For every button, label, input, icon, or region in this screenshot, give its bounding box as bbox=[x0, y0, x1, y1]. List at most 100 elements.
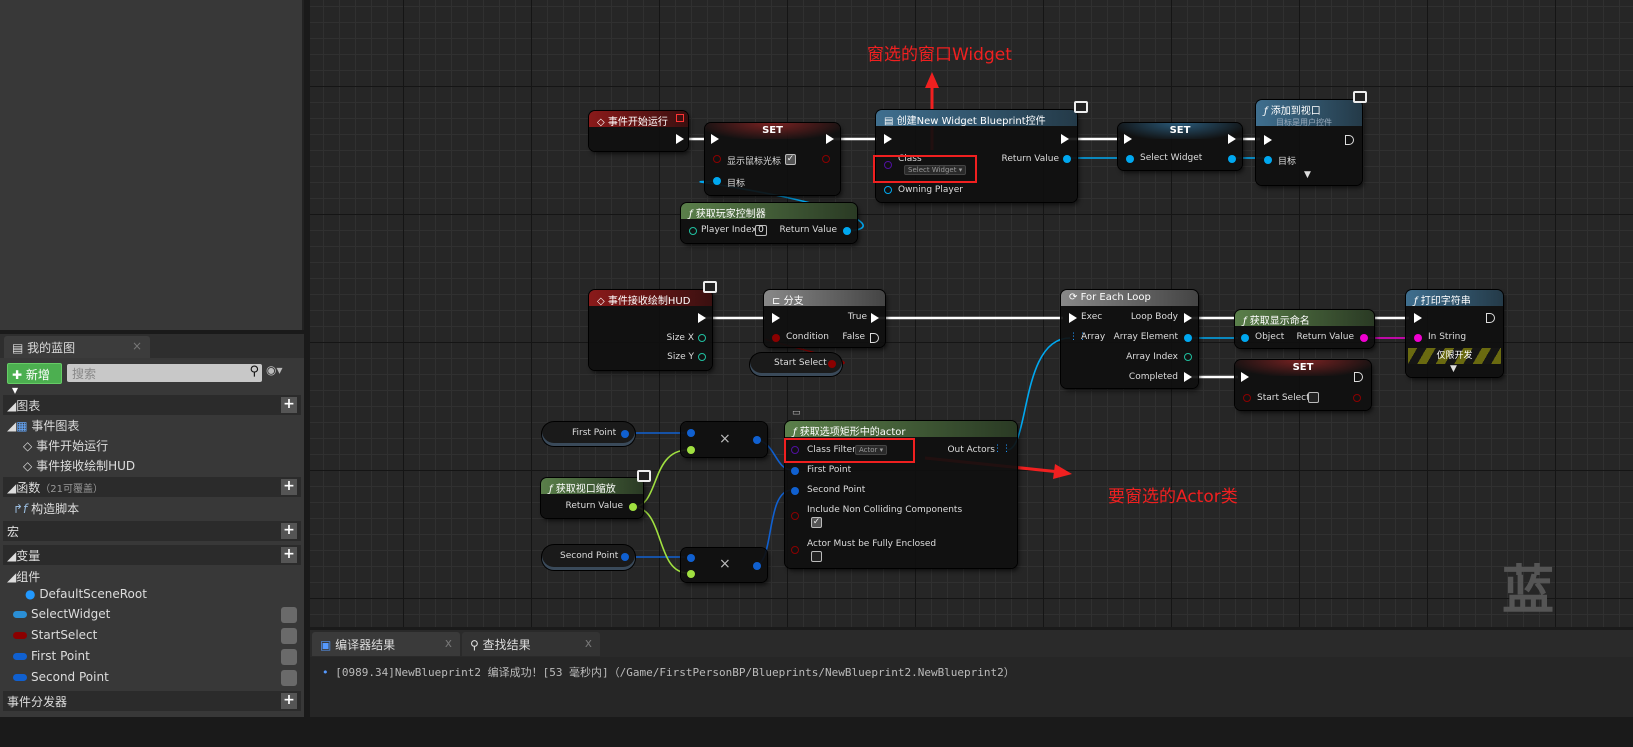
exec-in-pin[interactable] bbox=[1124, 134, 1132, 144]
tab-my-blueprint[interactable]: ▤ 我的蓝图 × bbox=[4, 336, 150, 358]
exec-out-pin[interactable] bbox=[1061, 134, 1069, 144]
variable-first-point[interactable]: First Point bbox=[3, 647, 301, 667]
select-widget-out-pin[interactable] bbox=[1228, 155, 1236, 163]
node-for-each-loop[interactable]: ⟳ For Each Loop Exec Loop Body ⋮⋮ Array A… bbox=[1061, 290, 1198, 388]
vector-out-pin[interactable] bbox=[621, 430, 629, 438]
section-variables[interactable]: ◢变量 + bbox=[3, 545, 301, 565]
node-event-begin-play[interactable]: ◇ 事件开始运行 bbox=[589, 111, 688, 151]
bool-pin[interactable] bbox=[713, 155, 721, 163]
include-non-colliding-checkbox[interactable]: ✓ bbox=[811, 517, 822, 528]
variable-second-point[interactable]: Second Point bbox=[3, 668, 301, 688]
second-point-pin[interactable] bbox=[791, 487, 799, 495]
loop-body-pin[interactable] bbox=[1184, 313, 1192, 323]
comment-bubble-icon[interactable]: ▭ bbox=[792, 408, 801, 418]
section-dispatchers[interactable]: 事件分发器 + bbox=[3, 691, 301, 711]
array-index-pin[interactable] bbox=[1184, 353, 1192, 361]
vector-in-pin[interactable] bbox=[687, 554, 695, 562]
size-x-pin[interactable] bbox=[698, 334, 706, 342]
fully-enclosed-checkbox[interactable] bbox=[811, 551, 822, 562]
visibility-toggle[interactable] bbox=[281, 670, 297, 686]
in-string-pin[interactable] bbox=[1414, 334, 1422, 342]
node-get-second-point[interactable]: Second Point bbox=[542, 545, 635, 570]
add-graph-button[interactable]: + bbox=[281, 397, 297, 413]
true-pin[interactable] bbox=[871, 313, 879, 323]
exec-in-pin[interactable] bbox=[1069, 313, 1077, 323]
expand-arrow-icon[interactable]: ▼ bbox=[1304, 170, 1311, 180]
section-macros[interactable]: 宏 + bbox=[3, 521, 301, 541]
exec-in-pin[interactable] bbox=[1241, 372, 1249, 382]
float-out-pin[interactable] bbox=[629, 503, 637, 511]
add-function-button[interactable]: + bbox=[281, 479, 297, 495]
expand-arrow-icon[interactable]: ▼ bbox=[1450, 364, 1457, 374]
visibility-toggle[interactable] bbox=[281, 628, 297, 644]
exec-out-pin[interactable] bbox=[1345, 135, 1354, 145]
node-multiply-1[interactable]: × bbox=[681, 422, 767, 457]
object-pin[interactable] bbox=[1241, 334, 1249, 342]
vector-out-pin[interactable] bbox=[753, 436, 761, 444]
tab-compiler-results[interactable]: ▣ 编译器结果 x bbox=[312, 632, 460, 656]
node-add-to-viewport[interactable]: ƒ 添加到视口 目标是用户控件 目标 ▼ bbox=[1256, 100, 1362, 185]
event-graph-item[interactable]: ◢▦ 事件图表 bbox=[3, 415, 301, 435]
exec-out-pin[interactable] bbox=[1486, 313, 1495, 323]
exec-out-pin[interactable] bbox=[698, 313, 706, 323]
exec-in-pin[interactable] bbox=[884, 134, 892, 144]
owning-player-pin[interactable] bbox=[884, 186, 892, 194]
variable-start-select[interactable]: StartSelect bbox=[3, 626, 301, 646]
node-set-show-mouse[interactable]: SET 显示鼠标光标 ✓ 目标 bbox=[705, 123, 840, 195]
node-get-start-select[interactable]: Start Select bbox=[750, 353, 842, 376]
exec-out-pin[interactable] bbox=[1228, 134, 1236, 144]
condition-pin[interactable] bbox=[772, 334, 780, 342]
variable-select-widget[interactable]: SelectWidget bbox=[3, 605, 301, 625]
array-out-pin[interactable]: ⋮⋮ bbox=[993, 444, 1011, 454]
exec-in-pin[interactable] bbox=[1264, 135, 1272, 145]
section-graphs[interactable]: ◢图表 + bbox=[3, 395, 301, 415]
string-out-pin[interactable] bbox=[1360, 334, 1368, 342]
add-macro-button[interactable]: + bbox=[281, 523, 297, 539]
visibility-toggle[interactable] bbox=[281, 607, 297, 623]
node-get-viewport-scale[interactable]: ƒ 获取视口缩放 Return Value bbox=[541, 478, 643, 518]
bool-out-pin[interactable] bbox=[822, 155, 830, 163]
node-get-first-point[interactable]: First Point bbox=[542, 422, 635, 446]
tab-find-results[interactable]: ⚲ 查找结果 x bbox=[462, 632, 600, 656]
return-pin[interactable] bbox=[843, 227, 851, 235]
event-begin-item[interactable]: ◇ 事件开始运行 bbox=[3, 435, 301, 455]
completed-pin[interactable] bbox=[1184, 372, 1192, 382]
exec-in-pin[interactable] bbox=[711, 134, 719, 144]
size-y-pin[interactable] bbox=[698, 353, 706, 361]
view-options-icon[interactable]: ◉▾ bbox=[266, 363, 283, 377]
default-scene-root-item[interactable]: ● DefaultSceneRoot bbox=[3, 585, 301, 605]
add-dispatcher-button[interactable]: + bbox=[281, 693, 297, 709]
array-element-pin[interactable] bbox=[1184, 334, 1192, 342]
components-category[interactable]: ◢组件 bbox=[3, 566, 301, 586]
search-input[interactable]: 搜索 ⚲ bbox=[67, 364, 262, 382]
start-select-checkbox[interactable] bbox=[1308, 392, 1319, 403]
node-get-display-name[interactable]: ƒ 获取显示命名 Object Return Value bbox=[1235, 310, 1374, 348]
node-print-string[interactable]: ƒ 打印字符串 In String 仅限开发 ▼ bbox=[1406, 290, 1503, 377]
select-widget-pin[interactable] bbox=[1126, 155, 1134, 163]
exec-in-pin[interactable] bbox=[772, 313, 780, 323]
add-new-button[interactable]: ✚ 新增 ▾ bbox=[7, 363, 62, 397]
player-index-input[interactable]: 0 bbox=[755, 225, 767, 236]
node-multiply-2[interactable]: × bbox=[681, 548, 767, 582]
exec-out-pin[interactable] bbox=[676, 134, 684, 144]
int-pin[interactable] bbox=[689, 227, 697, 235]
vector-out-pin[interactable] bbox=[621, 553, 629, 561]
vector-out-pin[interactable] bbox=[753, 562, 761, 570]
delegate-pin[interactable] bbox=[676, 114, 684, 122]
float-in-pin[interactable] bbox=[687, 570, 695, 578]
construction-script-item[interactable]: ↱f 构造脚本 bbox=[3, 498, 301, 518]
bool-out-pin[interactable] bbox=[1353, 394, 1361, 402]
node-get-player-controller[interactable]: ƒ 获取玩家控制器 Player Index 0 Return Value bbox=[681, 203, 857, 243]
bool-pin[interactable] bbox=[791, 546, 799, 554]
visibility-toggle[interactable] bbox=[281, 649, 297, 665]
bool-pin[interactable] bbox=[1243, 394, 1251, 402]
false-pin[interactable] bbox=[870, 333, 879, 343]
add-variable-button[interactable]: + bbox=[281, 547, 297, 563]
target-pin[interactable] bbox=[1264, 156, 1272, 164]
close-icon[interactable]: x bbox=[585, 636, 592, 650]
target-pin[interactable] bbox=[713, 177, 721, 185]
close-icon[interactable]: × bbox=[132, 339, 142, 353]
node-branch[interactable]: ⊏ 分支 True Condition False bbox=[764, 290, 885, 347]
section-functions[interactable]: ◢函数（21可覆盖） + bbox=[3, 477, 301, 497]
return-pin[interactable] bbox=[1063, 155, 1071, 163]
